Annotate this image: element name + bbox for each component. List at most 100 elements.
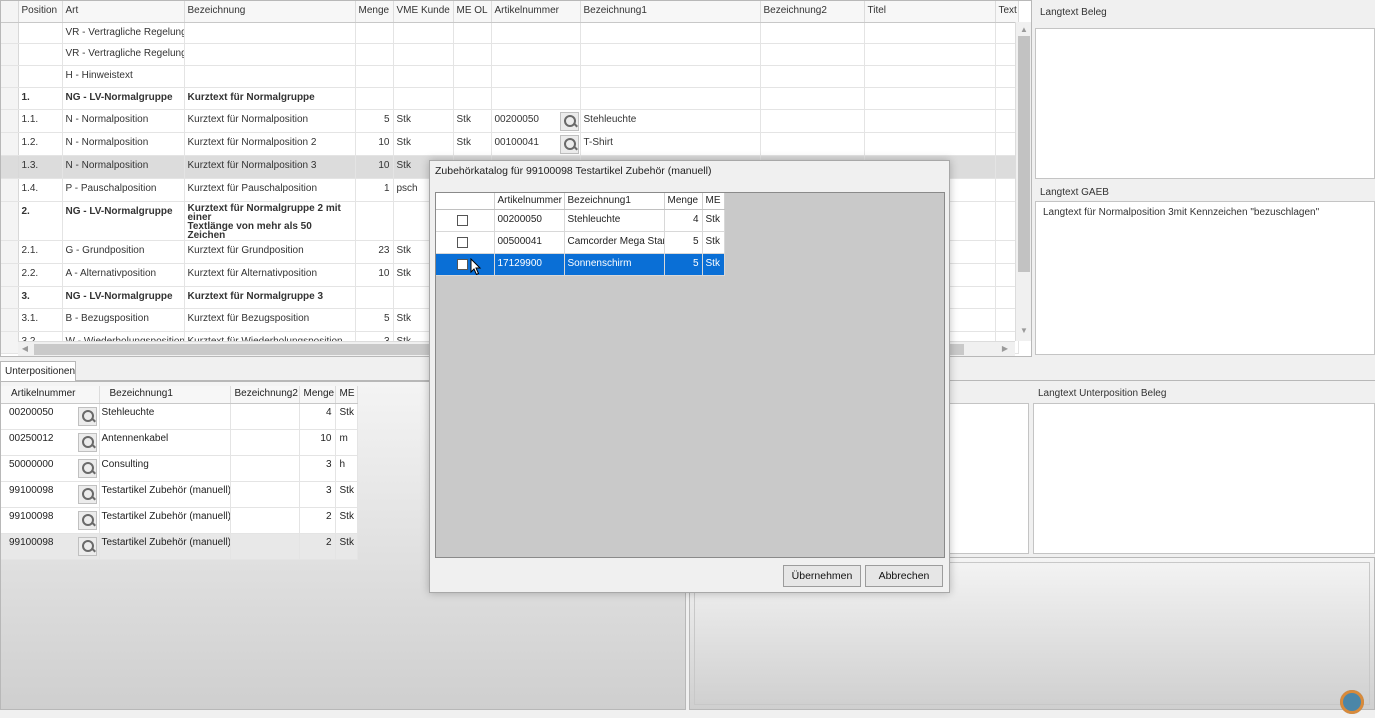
langtext-beleg-textbox[interactable] — [1035, 28, 1375, 179]
titel-cell[interactable] — [864, 132, 996, 156]
art-cell[interactable]: B - Bezugsposition — [62, 308, 185, 332]
bezeichnung2-cell[interactable] — [230, 533, 300, 560]
artikelnummer-cell[interactable]: 50000000 — [1, 455, 100, 482]
menge-cell[interactable]: 23 — [355, 240, 394, 264]
magnifier-icon[interactable] — [559, 111, 579, 131]
menge-cell[interactable]: 5 — [355, 308, 394, 332]
bezeichnung2-cell[interactable] — [760, 132, 865, 156]
positions-vertical-scrollbar[interactable]: ▲ ▼ — [1015, 22, 1031, 341]
titel-cell[interactable] — [864, 43, 996, 66]
artikelnummer-cell[interactable] — [491, 43, 581, 66]
bezeichnung1-cell[interactable] — [580, 22, 761, 44]
unterposition-row[interactable]: 00250012 Antennenkabel 10 m — [1, 429, 358, 456]
me-cell[interactable]: Stk — [335, 403, 358, 430]
langtext-unterposition-textbox[interactable] — [1033, 403, 1375, 554]
menge-cell[interactable]: 3 — [299, 455, 336, 482]
vme-kunde-cell[interactable]: Stk — [393, 109, 454, 133]
col-header-bezeichnung1[interactable]: Bezeichnung1 — [580, 1, 761, 23]
row-header-cell[interactable] — [1, 109, 19, 133]
row-header-cell[interactable] — [1, 263, 19, 287]
menge-cell[interactable] — [355, 286, 394, 309]
ubernehmen-button[interactable]: Übernehmen — [783, 565, 861, 587]
bezeichnung-cell[interactable]: Kurztext für Alternativposition — [184, 263, 356, 287]
me-ol-cell[interactable] — [453, 65, 492, 88]
bezeichnung2-cell[interactable] — [230, 403, 300, 430]
col-header-bezeichnung2[interactable]: Bezeichnung2 — [230, 386, 300, 404]
artikelnummer-cell[interactable]: 99100098 — [1, 533, 100, 560]
select-cell[interactable] — [436, 209, 495, 232]
unterposition-row[interactable]: 50000000 Consulting 3 h — [1, 455, 358, 482]
col-header-bezeichnung2[interactable]: Bezeichnung2 — [760, 1, 865, 23]
col-header-bezeichnung[interactable]: Bezeichnung — [184, 1, 356, 23]
menge-cell[interactable]: 10 — [299, 429, 336, 456]
magnifier-icon[interactable] — [78, 510, 97, 530]
me-ol-cell[interactable]: Stk — [453, 132, 492, 156]
magnifier-icon[interactable] — [559, 134, 579, 154]
artikelnummer-cell[interactable]: 00500041 — [494, 231, 565, 254]
menge-cell[interactable]: 5 — [664, 253, 703, 276]
me-cell[interactable]: Stk — [335, 533, 358, 560]
magnifier-icon[interactable] — [78, 536, 97, 556]
vme-kunde-cell[interactable]: Stk — [393, 132, 454, 156]
langtext-gaeb-textbox[interactable]: Langtext für Normalposition 3mit Kennzei… — [1035, 201, 1375, 355]
col-header-menge[interactable]: Menge — [355, 1, 394, 23]
magnifier-icon[interactable] — [78, 432, 97, 452]
menge-cell[interactable] — [355, 87, 394, 110]
col-header-position[interactable]: Position — [18, 1, 63, 23]
bezeichnung-cell[interactable]: Kurztext für Normalposition — [184, 109, 356, 133]
artikelnummer-cell[interactable]: 00200050 — [1, 403, 100, 430]
menge-cell[interactable]: 10 — [355, 263, 394, 287]
position-cell[interactable]: 1.1. — [18, 109, 63, 133]
artikelnummer-cell[interactable]: 00200050 — [491, 109, 581, 133]
menge-cell[interactable]: 1 — [355, 178, 394, 202]
bezeichnung1-cell[interactable]: Testartikel Zubehör (manuell) — [99, 533, 231, 560]
me-ol-cell[interactable] — [453, 87, 492, 110]
col-header-artikelnummer[interactable]: Artikelnummer — [494, 193, 565, 210]
bezeichnung2-cell[interactable] — [760, 109, 865, 133]
menge-cell[interactable] — [355, 201, 394, 241]
row-header-cell[interactable] — [1, 43, 19, 66]
menge-cell[interactable]: 2 — [299, 507, 336, 534]
artikelnummer-cell[interactable]: 00250012 — [1, 429, 100, 456]
bezeichnung2-cell[interactable] — [760, 87, 865, 110]
bezeichnung2-cell[interactable] — [230, 481, 300, 508]
position-cell[interactable]: 3.1. — [18, 308, 63, 332]
bezeichnung-cell[interactable]: Kurztext für Normalposition 2 — [184, 132, 356, 156]
scroll-right-arrow[interactable]: ▶ — [1000, 343, 1010, 355]
me-cell[interactable]: Stk — [702, 253, 725, 276]
artikelnummer-cell[interactable] — [491, 22, 581, 44]
bezeichnung1-cell[interactable]: Testartikel Zubehör (manuell) — [99, 507, 231, 534]
art-cell[interactable]: NG - LV-Normalgruppe — [62, 87, 185, 110]
artikelnummer-cell[interactable]: 99100098 — [1, 481, 100, 508]
menge-cell[interactable]: 3 — [299, 481, 336, 508]
menge-cell[interactable]: 5 — [355, 109, 394, 133]
position-cell[interactable]: 1.4. — [18, 178, 63, 202]
position-cell[interactable] — [18, 43, 63, 66]
bezeichnung2-cell[interactable] — [230, 507, 300, 534]
bezeichnung1-cell[interactable]: Stehleuchte — [580, 109, 761, 133]
me-cell[interactable]: Stk — [702, 231, 725, 254]
select-checkbox[interactable] — [457, 236, 468, 248]
bezeichnung2-cell[interactable] — [760, 43, 865, 66]
bezeichnung1-cell[interactable]: Sonnenschirm — [564, 253, 665, 276]
bezeichnung-cell[interactable]: Kurztext für Normalposition 3 — [184, 155, 356, 179]
position-cell[interactable]: 1.3. — [18, 155, 63, 179]
vme-kunde-cell[interactable] — [393, 22, 454, 44]
row-header-cell[interactable] — [1, 331, 19, 354]
position-cell[interactable]: 1.2. — [18, 132, 63, 156]
me-cell[interactable]: m — [335, 429, 358, 456]
menge-cell[interactable] — [355, 22, 394, 44]
row-header-cell[interactable] — [1, 240, 19, 264]
art-cell[interactable]: N - Normalposition — [62, 155, 185, 179]
art-cell[interactable]: N - Normalposition — [62, 109, 185, 133]
artikelnummer-cell[interactable]: 17129900 — [494, 253, 565, 276]
me-cell[interactable]: Stk — [702, 209, 725, 232]
zubehoer-row[interactable]: 00500041 Camcorder Mega Star 5 Stk — [436, 231, 725, 254]
position-row[interactable]: 1.2. N - Normalposition Kurztext für Norma… — [1, 132, 1019, 156]
col-header-art[interactable]: Art — [62, 1, 185, 23]
scroll-thumb[interactable] — [1018, 36, 1030, 272]
art-cell[interactable]: VR - Vertragliche Regelung — [62, 43, 185, 66]
titel-cell[interactable] — [864, 22, 996, 44]
unterposition-row[interactable]: 99100098 Testartikel Zubehör (manuell) 3 St… — [1, 481, 358, 508]
bezeichnung1-cell[interactable]: Antennenkabel — [99, 429, 231, 456]
